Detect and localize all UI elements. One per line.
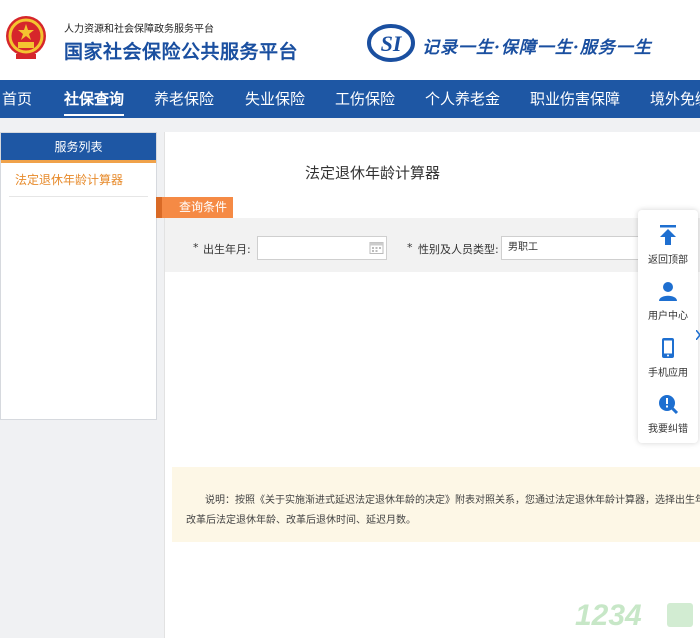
arrow-up-icon (660, 225, 676, 245)
back-to-top-button[interactable]: 返回顶部 (638, 218, 698, 274)
explanation-text: 说明：按照《关于实施渐进式延迟法定退休年龄的决定》附表对照关系，您通过法定退休年… (205, 495, 700, 506)
nav-item-unemployment[interactable]: 失业保险 (245, 80, 305, 118)
nav-item-social-insurance-query[interactable]: 社保查询 (64, 80, 125, 118)
watermark-logo: 1234 (575, 599, 693, 632)
site-header: 人力资源和社会保障政务服务平台 国家社会保险公共服务平台 SI 记录一生·保障一… (0, 0, 700, 80)
report-error-label: 我要纠错 (648, 424, 688, 435)
phone-icon (662, 338, 674, 358)
main-panel (164, 132, 700, 638)
national-emblem-icon (6, 16, 46, 59)
site-title[interactable]: 国家社会保险公共服务平台 (64, 37, 298, 64)
back-to-top-label: 返回顶部 (648, 255, 688, 266)
main-nav: 首页 社保查询 养老保险 失业保险 工伤保险 个人养老金 职业伤害保障 境外免缴 (0, 80, 700, 118)
mobile-app-label: 手机应用 (648, 368, 688, 379)
sidebar-title: 服务列表 (1, 133, 156, 163)
floating-toolbar: 返回顶部 用户中心 手机应用 我要纠错 (638, 210, 698, 443)
chevron-right-icon[interactable] (696, 330, 700, 340)
nav-item-occupational-injury[interactable]: 职业伤害保障 (530, 80, 620, 118)
required-mark: * (407, 241, 413, 254)
nav-item-work-injury[interactable]: 工伤保险 (335, 80, 395, 118)
user-icon (659, 282, 677, 301)
person-type-label: 性别及人员类型: (418, 243, 499, 256)
nav-item-overseas-exemption[interactable]: 境外免缴 (650, 80, 700, 118)
si-logo-text: SI (381, 31, 403, 56)
org-name: 人力资源和社会保障政务服务平台 (64, 24, 214, 35)
si-logo-icon: SI (367, 24, 415, 62)
nav-item-pension[interactable]: 养老保险 (154, 80, 214, 118)
mobile-app-button[interactable]: 手机应用 (638, 331, 698, 387)
slogan: 记录一生·保障一生·服务一生 (422, 38, 652, 58)
user-center-label: 用户中心 (648, 311, 688, 322)
page-title: 法定退休年龄计算器 (305, 164, 441, 182)
calendar-icon[interactable] (369, 240, 384, 255)
nav-item-home[interactable]: 首页 (2, 80, 32, 118)
nav-item-personal-pension[interactable]: 个人养老金 (425, 80, 500, 118)
report-error-button[interactable]: 我要纠错 (638, 387, 698, 443)
watermark-text: 1234 (575, 599, 642, 632)
explanation-text-continued: 改革后法定退休年龄、改革后退休时间、延迟月数。 (186, 515, 416, 526)
birth-date-input[interactable] (257, 236, 387, 260)
birth-date-label: 出生年月: (203, 243, 251, 256)
sidebar-item-retirement-calculator[interactable]: 法定退休年龄计算器 (9, 171, 148, 197)
required-mark: * (193, 241, 199, 254)
query-conditions-tag: 查询条件 (156, 197, 233, 218)
error-report-icon (659, 395, 679, 415)
person-type-select[interactable]: 男职工 (501, 236, 641, 260)
user-center-button[interactable]: 用户中心 (638, 274, 698, 330)
service-sidebar: 服务列表 法定退休年龄计算器 (0, 132, 157, 420)
